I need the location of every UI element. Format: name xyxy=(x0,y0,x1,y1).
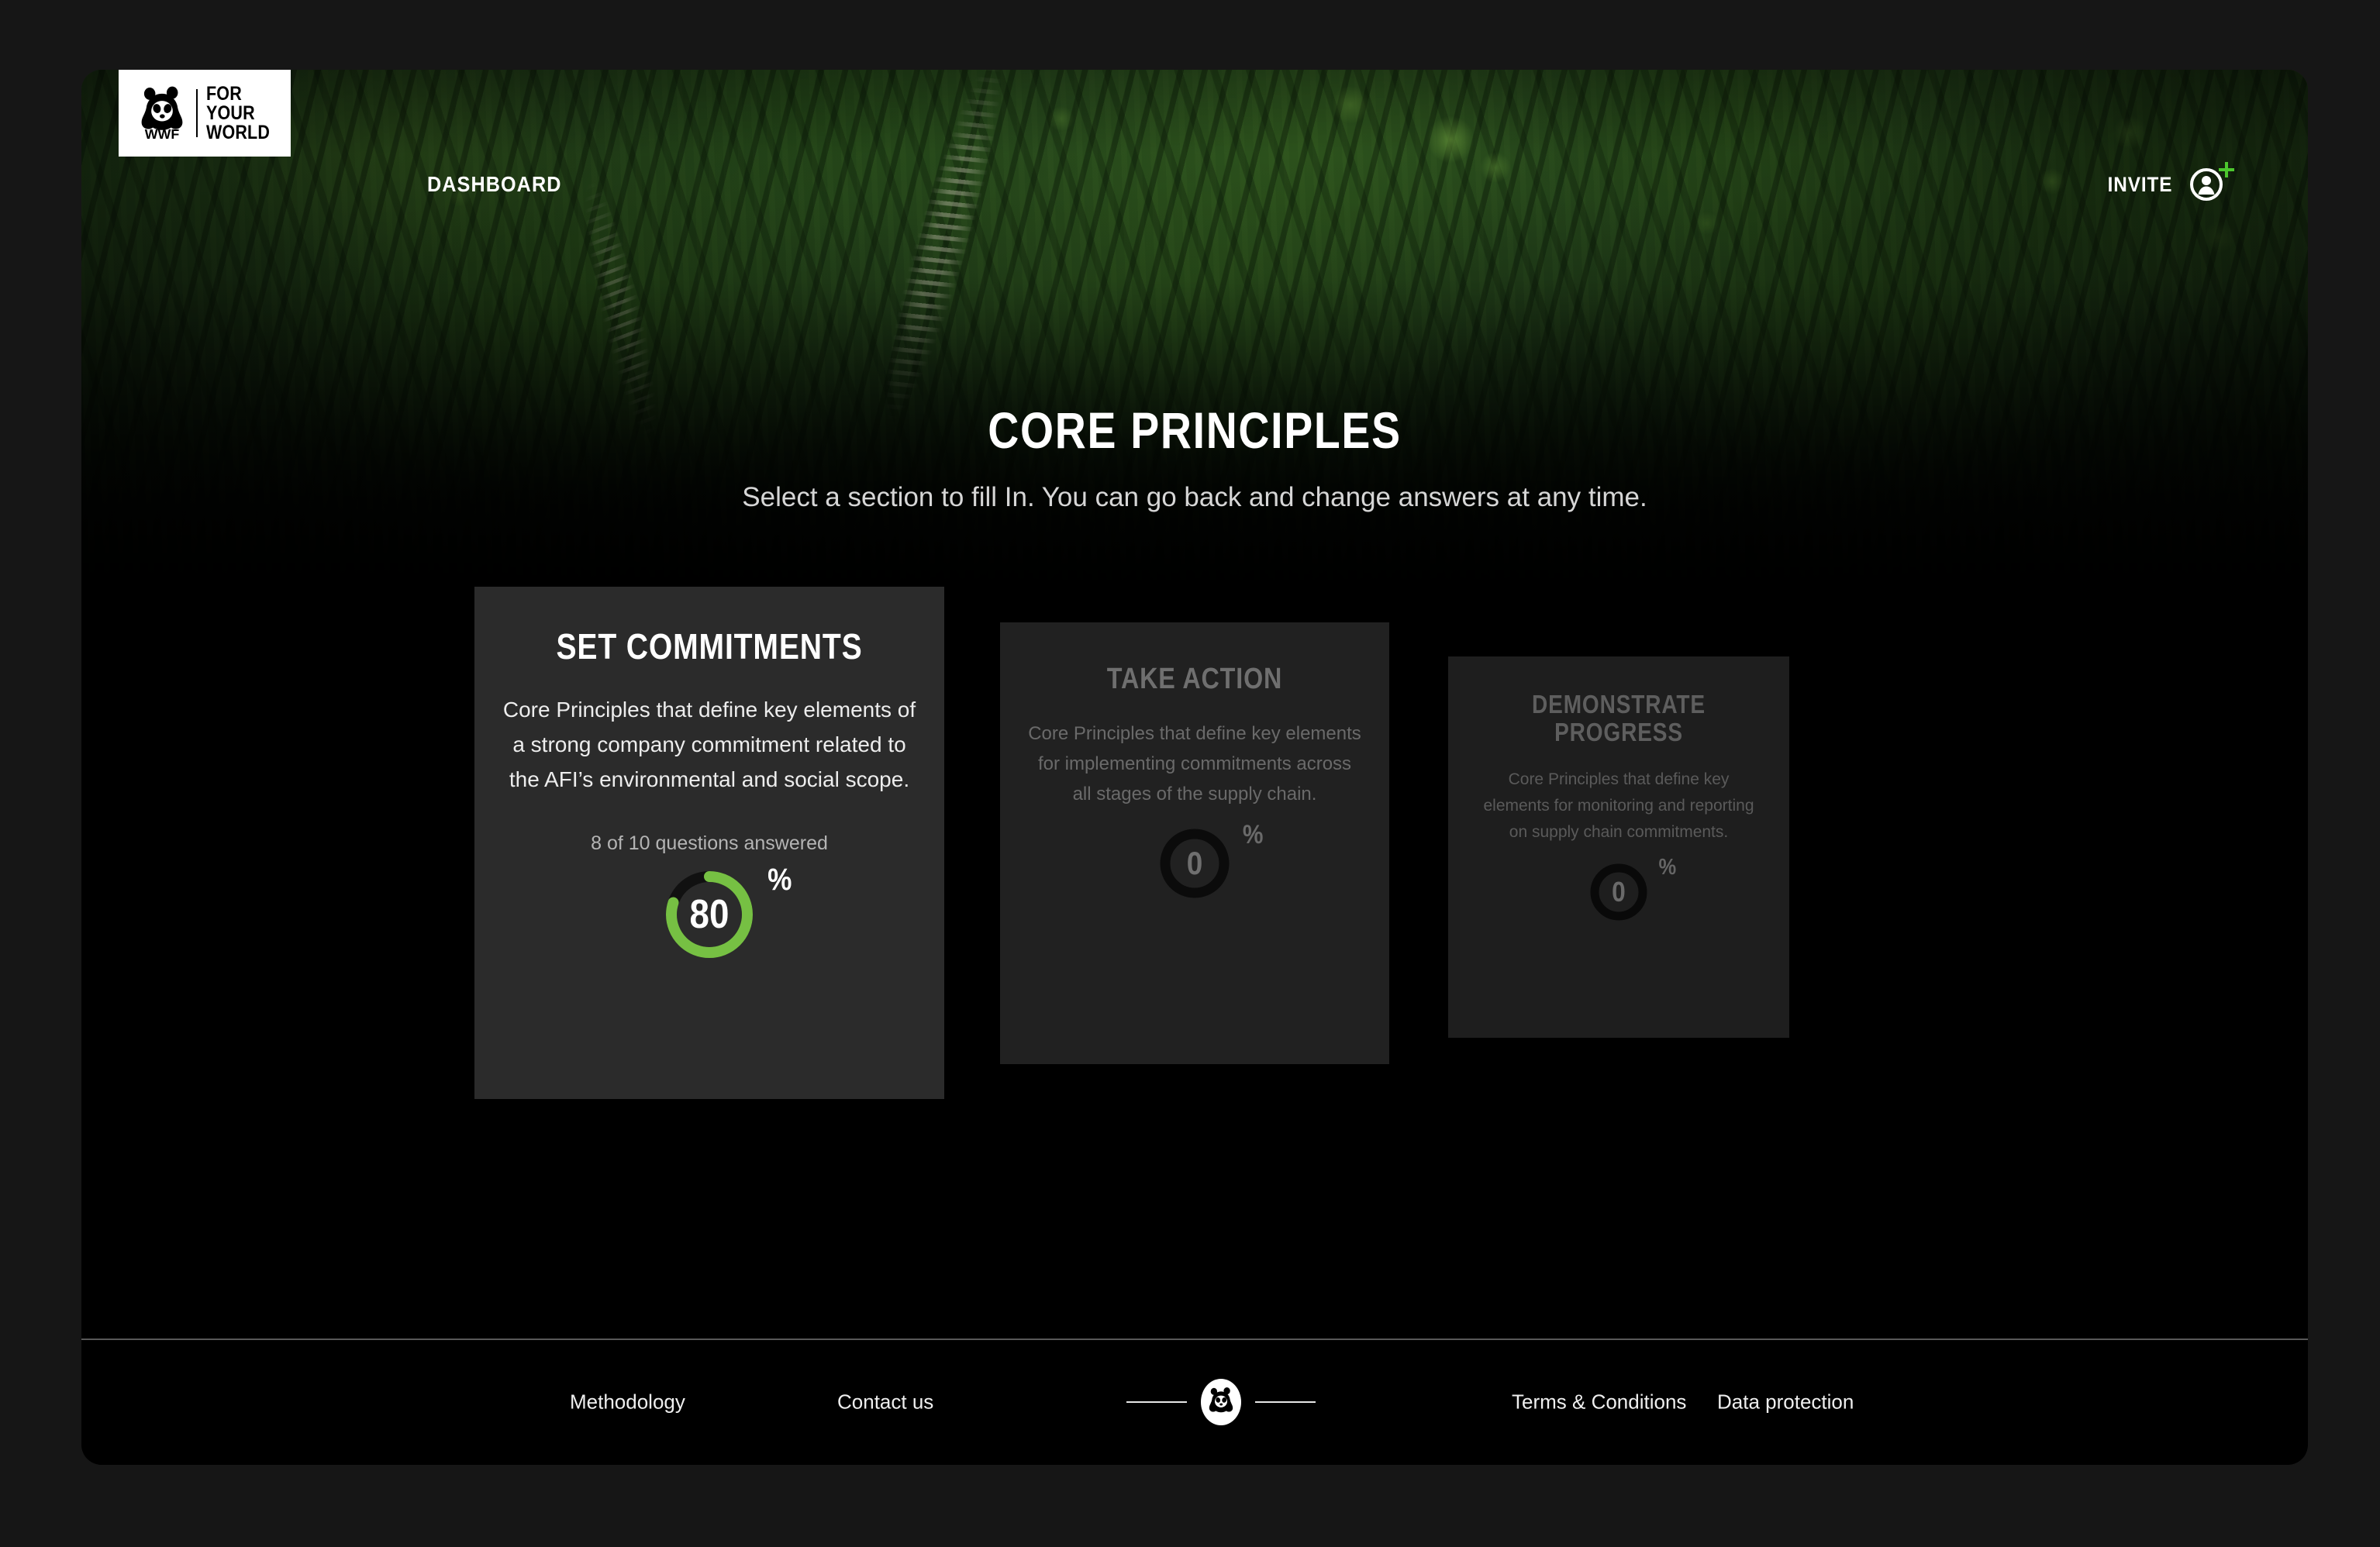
card-title-set-commitments: SET COMMITMENTS xyxy=(556,626,863,667)
section-card-take-action[interactable]: TAKE ACTION Core Principles that define … xyxy=(1000,622,1389,1064)
plus-icon xyxy=(2219,162,2234,177)
progress-ring-take-action: 0 % xyxy=(1157,820,1263,901)
nav-item-dashboard[interactable]: DASHBOARD xyxy=(427,172,562,197)
section-cards-row: SET COMMITMENTS Core Principles that def… xyxy=(81,70,2308,1465)
section-card-demonstrate-progress[interactable]: DEMONSTRATE PROGRESS Core Principles tha… xyxy=(1448,656,1789,1038)
progress-percent-symbol-take-action: % xyxy=(1242,820,1264,849)
progress-value-set-commitments: 80 xyxy=(689,892,730,937)
card-description-set-commitments: Core Principles that define key elements… xyxy=(502,698,916,791)
section-card-set-commitments[interactable]: SET COMMITMENTS Core Principles that def… xyxy=(474,587,944,1099)
progress-ring-set-commitments: 80 % xyxy=(662,863,792,962)
header: WWF FOR YOUR WORLD DASHBOARD INVITE xyxy=(81,70,2308,201)
invite-icon-group xyxy=(2190,162,2234,201)
svg-text:WWF: WWF xyxy=(145,126,180,141)
progress-value-take-action: 0 xyxy=(1186,845,1203,881)
logo-tagline-line-1: FOR xyxy=(206,82,242,105)
progress-ring-demonstrate-progress: 0 % xyxy=(1588,855,1676,923)
logo-tagline-line-3: WORLD xyxy=(206,121,271,143)
progress-percent-symbol-demonstrate-progress: % xyxy=(1658,855,1677,880)
invite-button[interactable]: INVITE xyxy=(2104,162,2234,201)
progress-value-demonstrate-progress: 0 xyxy=(1612,876,1626,908)
logo-tagline: FOR YOUR WORLD xyxy=(206,84,273,143)
app-container: WWF FOR YOUR WORLD DASHBOARD INVITE CORE… xyxy=(81,70,2308,1465)
invite-label: INVITE xyxy=(2107,172,2173,196)
card-answered-count-set-commitments: 8 of 10 questions answered xyxy=(591,832,828,854)
card-title-take-action: TAKE ACTION xyxy=(1106,663,1283,695)
logo-tagline-line-2: YOUR xyxy=(206,102,255,124)
logo-divider xyxy=(196,89,198,137)
wwf-panda-logo-icon: WWF xyxy=(141,86,183,141)
card-description-demonstrate-progress: Core Principles that define key elements… xyxy=(1483,770,1754,841)
card-title-demonstrate-progress: DEMONSTRATE PROGRESS xyxy=(1532,690,1706,746)
card-description-take-action: Core Principles that define key elements… xyxy=(1028,723,1361,805)
wwf-logo[interactable]: WWF FOR YOUR WORLD xyxy=(119,70,291,157)
progress-percent-symbol-set-commitments: % xyxy=(767,863,792,897)
